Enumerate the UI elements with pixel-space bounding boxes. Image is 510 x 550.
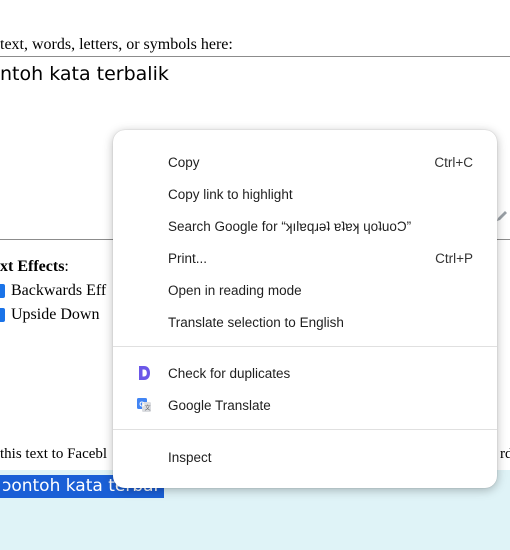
menu-item-reading-mode[interactable]: Open in reading mode bbox=[113, 274, 497, 306]
menu-item-label: Check for duplicates bbox=[168, 365, 291, 381]
text-effects-title: xt Effects bbox=[0, 258, 65, 275]
text-effects-colon: : bbox=[64, 258, 69, 275]
upside-down-checkbox[interactable] bbox=[0, 308, 5, 322]
menu-item-shortcut: Ctrl+P bbox=[435, 250, 473, 266]
menu-item-search-google[interactable]: Search Google for “ʞılɐqɹǝʇ ɐʇɐʞ ɥoʇuoϽ” bbox=[113, 210, 497, 242]
menu-item-check-duplicates[interactable]: Check for duplicates bbox=[113, 357, 497, 389]
google-translate-icon: G 文 bbox=[137, 398, 151, 412]
menu-item-label: Print... bbox=[168, 250, 208, 266]
menu-item-label: Copy link to highlight bbox=[168, 186, 293, 202]
upside-down-label: Upside Down bbox=[11, 306, 100, 323]
menu-item-label: Search Google for “ʞılɐqɹǝʇ ɐʇɐʞ ɥoʇuoϽ” bbox=[168, 218, 412, 234]
menu-item-print[interactable]: Print... Ctrl+P bbox=[113, 242, 497, 274]
menu-item-translate-selection[interactable]: Translate selection to English bbox=[113, 306, 497, 338]
share-right-label: rd bbox=[500, 446, 510, 462]
menu-item-label: Open in reading mode bbox=[168, 282, 302, 298]
duplicates-d-icon bbox=[139, 366, 150, 380]
pen-icon[interactable] bbox=[495, 209, 509, 223]
menu-item-label: Google Translate bbox=[168, 397, 271, 413]
menu-item-copy[interactable]: Copy Ctrl+C bbox=[113, 146, 497, 178]
menu-item-label: Translate selection to English bbox=[168, 314, 344, 330]
menu-item-shortcut: Ctrl+C bbox=[434, 154, 473, 170]
backwards-effect-option[interactable]: Backwards Eff bbox=[0, 282, 106, 300]
menu-item-copy-link-to-highlight[interactable]: Copy link to highlight bbox=[113, 178, 497, 210]
menu-item-label: Inspect bbox=[168, 449, 212, 465]
menu-item-google-translate[interactable]: G 文 Google Translate bbox=[113, 389, 497, 421]
backwards-effect-label: Backwards Eff bbox=[11, 282, 107, 299]
menu-item-label: Copy bbox=[168, 154, 200, 170]
share-text-label: this text to Facebl bbox=[0, 446, 108, 462]
menu-separator bbox=[113, 346, 497, 347]
text-effects-heading: xt Effects: bbox=[0, 258, 69, 276]
svg-text:文: 文 bbox=[145, 404, 151, 412]
upside-down-option[interactable]: Upside Down bbox=[0, 306, 99, 324]
menu-item-inspect[interactable]: Inspect bbox=[113, 441, 497, 473]
context-menu: Copy Ctrl+C Copy link to highlight Searc… bbox=[113, 130, 497, 488]
input-text-value[interactable]: ntoh kata terbalik bbox=[0, 63, 169, 85]
menu-separator bbox=[113, 429, 497, 430]
backwards-checkbox[interactable] bbox=[0, 284, 5, 298]
input-instructions-label: text, words, letters, or symbols here: bbox=[0, 36, 233, 53]
